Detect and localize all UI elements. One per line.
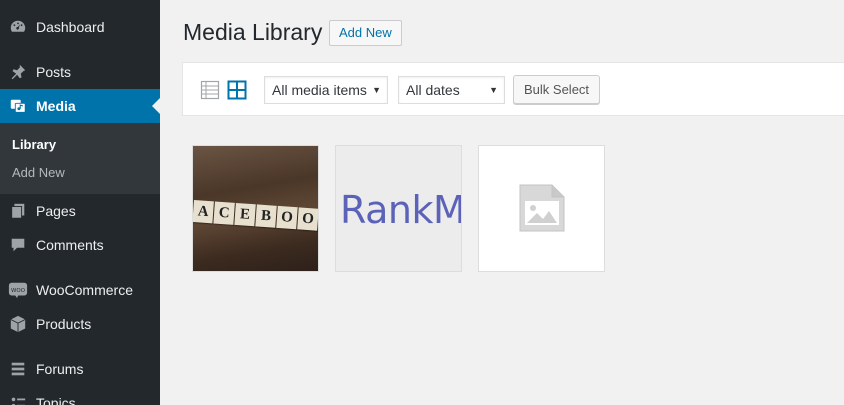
submenu-item-add-new[interactable]: Add New [12,165,65,180]
letter-tile: A [193,200,214,224]
sidebar-item-label: WooCommerce [36,282,133,298]
date-filter[interactable]: All dates ▼ [398,76,505,104]
media-item-placeholder[interactable] [478,145,605,272]
rankmath-logo-text: RankM [340,188,462,232]
sidebar-item-label: Media [36,98,76,114]
media-item-rankmath-logo[interactable]: RankM [335,145,462,272]
topics-icon [0,386,36,405]
pin-icon [0,55,36,89]
chevron-down-icon: ▼ [372,85,381,95]
media-icon [0,89,36,123]
sidebar-item-posts[interactable]: Posts [0,55,160,89]
sidebar-item-label: Posts [36,64,72,80]
forums-icon [0,352,36,386]
sidebar-item-label: Dashboard [36,19,105,35]
sidebar-item-topics[interactable]: Topics [0,386,160,405]
media-type-filter[interactable]: All media items ▼ [264,76,388,104]
submenu-item-library[interactable]: Library [12,137,56,152]
media-item-facebook-tiles[interactable]: A C E B O O [192,145,319,272]
sidebar-item-comments[interactable]: Comments [0,228,160,262]
sidebar-item-label: Pages [36,203,76,219]
list-view-icon[interactable] [200,80,220,100]
sidebar-item-products[interactable]: Products [0,307,160,341]
box-icon [0,307,36,341]
media-type-filter-value: All media items [272,82,367,98]
chevron-down-icon: ▼ [489,85,498,95]
page-title: Media Library [183,19,323,45]
comment-icon [0,228,36,262]
sidebar-item-woocommerce[interactable]: WOO WooCommerce [0,273,160,307]
sidebar-item-dashboard[interactable]: Dashboard [0,10,160,44]
sidebar-item-label: Comments [36,237,104,253]
grid-view-icon[interactable] [227,80,247,100]
letter-tile: E [234,202,256,227]
admin-sidebar: Dashboard Posts Media Library Add New Pa… [0,0,160,405]
bulk-select-button[interactable]: Bulk Select [513,75,601,104]
sidebar-item-label: Forums [36,361,84,377]
letter-tile: O [276,205,298,230]
date-filter-value: All dates [406,82,460,98]
image-placeholder-icon [519,184,565,237]
pages-icon [0,194,36,228]
woocommerce-icon: WOO [0,273,36,307]
svg-text:WOO: WOO [11,288,25,294]
add-new-button[interactable]: Add New [329,20,402,46]
sidebar-item-forums[interactable]: Forums [0,352,160,386]
letter-tile: B [255,204,277,228]
sidebar-item-label: Products [36,316,92,332]
letter-tiles: A C E B O O [193,200,318,242]
sidebar-item-media[interactable]: Media [0,89,160,123]
sidebar-item-pages[interactable]: Pages [0,194,160,228]
media-submenu: Library Add New [0,123,160,194]
media-toolbar: All media items ▼ All dates ▼ Bulk Selec… [182,62,844,116]
letter-tile: O [297,207,318,231]
dashboard-icon [0,10,36,44]
sidebar-item-label: Topics [36,395,76,405]
letter-tile: C [213,201,235,225]
